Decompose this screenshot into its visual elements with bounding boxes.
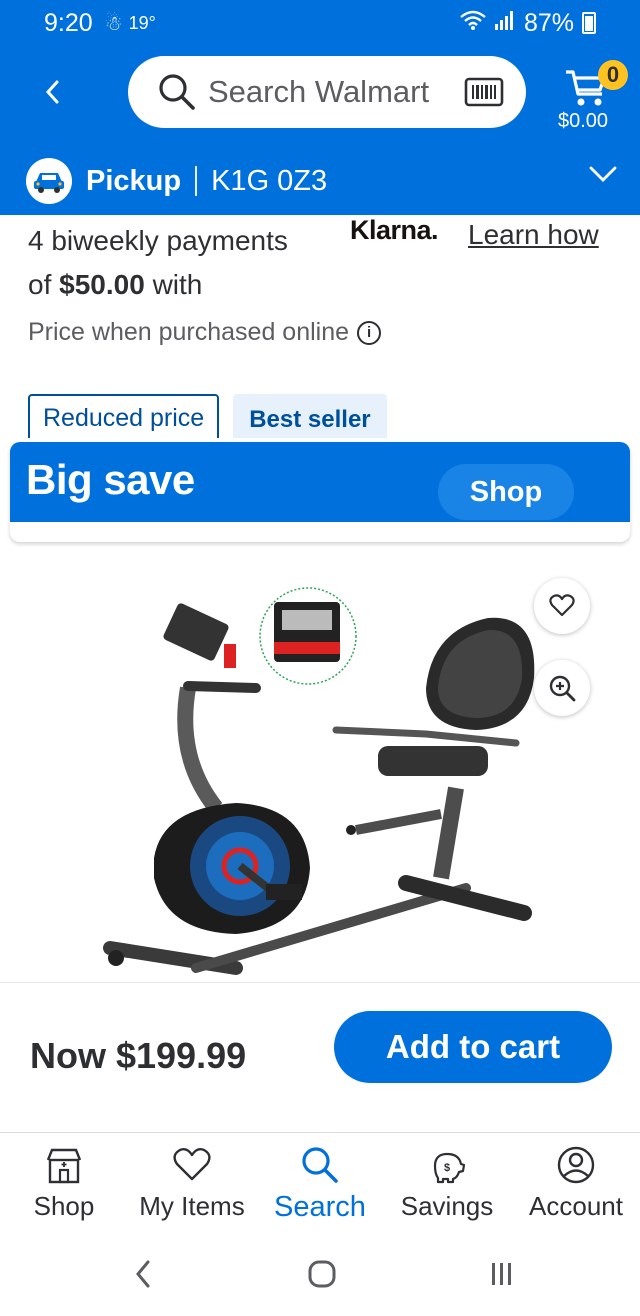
- status-temperature: 19°: [128, 12, 156, 33]
- big-save-shop-button[interactable]: Shop: [438, 464, 574, 520]
- cart-button[interactable]: 0 $0.00: [550, 58, 630, 138]
- battery-icon: [582, 12, 596, 34]
- pickup-divider: [195, 166, 198, 196]
- klarna-of-text: of: [28, 269, 52, 300]
- zoom-in-icon: [549, 675, 576, 702]
- pickup-label: Pickup: [86, 164, 182, 197]
- tab-account-label: Account: [529, 1191, 623, 1221]
- top-bar: Search Walmart 0 $0.00: [0, 52, 640, 136]
- add-to-cart-button[interactable]: Add to cart: [334, 1011, 612, 1083]
- klarna-logo: Klarna.: [350, 215, 439, 245]
- klarna-with-text: with: [152, 269, 203, 300]
- weather-icon: ☃: [104, 12, 123, 35]
- info-icon[interactable]: i: [357, 320, 382, 345]
- current-price: Now $199.99: [30, 1035, 247, 1076]
- big-save-banner[interactable]: Big save Shop: [10, 442, 630, 522]
- recents-icon: [492, 1263, 511, 1285]
- big-save-card: Big save Shop: [10, 442, 630, 542]
- svg-text:$: $: [444, 1162, 450, 1174]
- tab-my-items-label: My Items: [139, 1191, 245, 1221]
- app-root: 9:20 ☃ 19° 87% Search Walmart 0 $0.00 Pi…: [0, 0, 640, 1316]
- tab-search-label: Search: [274, 1191, 366, 1223]
- reduced-price-tag: Reduced price: [28, 394, 220, 438]
- cart-total: $0.00: [558, 110, 609, 132]
- klarna-amount: $50.00: [59, 269, 145, 300]
- tab-shop[interactable]: Shop: [22, 1143, 106, 1229]
- tab-search[interactable]: Search: [268, 1143, 372, 1229]
- status-time: 9:20: [44, 8, 93, 37]
- status-bar: 9:20 ☃ 19° 87%: [0, 0, 640, 46]
- search-icon: [159, 74, 195, 110]
- wifi-icon: [460, 9, 486, 38]
- search-icon: [300, 1143, 340, 1187]
- tab-savings-label: Savings: [400, 1191, 494, 1221]
- system-home-button[interactable]: [302, 1254, 342, 1294]
- signal-icon: [494, 9, 516, 38]
- car-icon: [26, 158, 72, 204]
- system-recents-button[interactable]: [482, 1254, 522, 1294]
- status-right: 87%: [460, 9, 596, 38]
- zoom-button[interactable]: [534, 660, 590, 716]
- add-to-favorites-button[interactable]: [534, 578, 590, 634]
- account-icon: [556, 1143, 596, 1187]
- heart-icon: [549, 594, 575, 617]
- search-input[interactable]: Search Walmart: [128, 56, 526, 128]
- pickup-selector[interactable]: Pickup K1G 0Z3: [0, 150, 640, 212]
- product-tags: Reduced price Best seller: [28, 394, 387, 438]
- home-icon: [308, 1260, 336, 1288]
- tab-account[interactable]: Account: [520, 1143, 632, 1229]
- battery-percent: 87%: [523, 8, 574, 37]
- search-placeholder: Search Walmart: [208, 74, 430, 109]
- bottom-tab-bar: Shop My Items Search $ Savings Account: [0, 1132, 640, 1232]
- klarna-text: 4 biweekly payments of $50.00 with: [28, 219, 288, 307]
- product-image-area: [0, 578, 640, 982]
- header: 9:20 ☃ 19° 87% Search Walmart 0 $0.00 Pi…: [0, 0, 640, 215]
- tab-my-items[interactable]: My Items: [128, 1143, 256, 1229]
- learn-how-link[interactable]: Learn how: [468, 219, 599, 251]
- big-save-title: Big save: [26, 456, 195, 503]
- price-note: Price when purchased online i: [28, 318, 382, 347]
- heart-icon: [172, 1143, 212, 1187]
- chevron-down-icon: [589, 166, 617, 182]
- tab-savings[interactable]: $ Savings: [396, 1143, 498, 1229]
- system-back-button[interactable]: [128, 1254, 158, 1294]
- klarna-installments-text: 4 biweekly payments: [28, 225, 288, 256]
- barcode-scan-icon[interactable]: [464, 76, 504, 108]
- price-note-text: Price when purchased online: [28, 318, 350, 346]
- system-nav-bar: [0, 1232, 640, 1316]
- tab-shop-label: Shop: [33, 1191, 95, 1221]
- back-arrow-icon: [45, 80, 59, 104]
- cart-count-badge: 0: [598, 60, 628, 90]
- back-button[interactable]: [34, 72, 70, 112]
- back-icon: [136, 1260, 150, 1288]
- piggy-bank-icon: $: [427, 1143, 467, 1187]
- recumbent-exercise-bike-image[interactable]: [96, 578, 540, 982]
- store-icon: [44, 1143, 84, 1187]
- best-seller-tag: Best seller: [233, 394, 387, 438]
- pickup-postal-code: K1G 0Z3: [211, 164, 328, 197]
- buy-bar: Now $199.99 Add to cart: [0, 982, 640, 1132]
